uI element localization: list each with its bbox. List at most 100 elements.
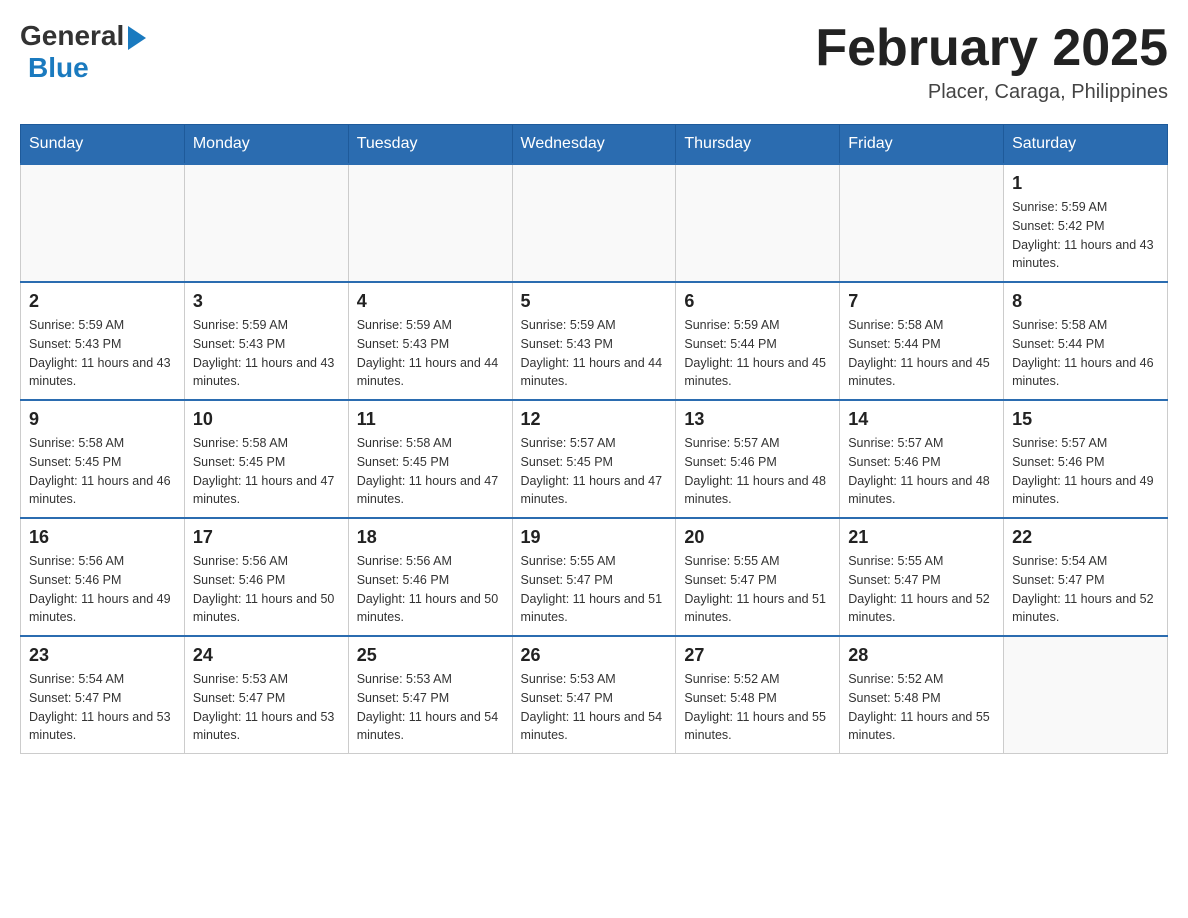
week-row-2: 2 Sunrise: 5:59 AMSunset: 5:43 PMDaylight… xyxy=(21,282,1168,400)
day-info: Sunrise: 5:59 AMSunset: 5:43 PMDaylight:… xyxy=(357,316,504,391)
calendar-cell: 22Sunrise: 5:54 AMSunset: 5:47 PMDayligh… xyxy=(1004,518,1168,636)
calendar-cell: 7 Sunrise: 5:58 AMSunset: 5:44 PMDaylight… xyxy=(840,282,1004,400)
calendar-cell: 2 Sunrise: 5:59 AMSunset: 5:43 PMDaylight… xyxy=(21,282,185,400)
day-number: 14 xyxy=(848,409,995,430)
calendar-cell: 4 Sunrise: 5:59 AMSunset: 5:43 PMDaylight… xyxy=(348,282,512,400)
calendar-cell: 12 Sunrise: 5:57 AMSunset: 5:45 PMDayligh… xyxy=(512,400,676,518)
day-number: 13 xyxy=(684,409,831,430)
day-info: Sunrise: 5:58 AMSunset: 5:45 PMDaylight:… xyxy=(29,434,176,509)
calendar-header-saturday: Saturday xyxy=(1004,125,1168,165)
day-number: 20 xyxy=(684,527,831,548)
day-info: Sunrise: 5:52 AMSunset: 5:48 PMDaylight:… xyxy=(848,670,995,745)
day-number: 21 xyxy=(848,527,995,548)
day-info: Sunrise: 5:52 AMSunset: 5:48 PMDaylight:… xyxy=(684,670,831,745)
day-number: 3 xyxy=(193,291,340,312)
day-info: Sunrise: 5:53 AMSunset: 5:47 PMDaylight:… xyxy=(193,670,340,745)
day-number: 16 xyxy=(29,527,176,548)
day-info: Sunrise: 5:56 AMSunset: 5:46 PMDaylight:… xyxy=(357,552,504,627)
day-info: Sunrise: 5:58 AMSunset: 5:44 PMDaylight:… xyxy=(848,316,995,391)
calendar-cell: 14 Sunrise: 5:57 AMSunset: 5:46 PMDayligh… xyxy=(840,400,1004,518)
calendar-cell: 8Sunrise: 5:58 AMSunset: 5:44 PMDaylight… xyxy=(1004,282,1168,400)
calendar-cell xyxy=(1004,636,1168,754)
calendar-cell: 13 Sunrise: 5:57 AMSunset: 5:46 PMDayligh… xyxy=(676,400,840,518)
day-info: Sunrise: 5:57 AMSunset: 5:46 PMDaylight:… xyxy=(684,434,831,509)
day-number: 23 xyxy=(29,645,176,666)
day-number: 19 xyxy=(521,527,668,548)
calendar-cell: 24 Sunrise: 5:53 AMSunset: 5:47 PMDayligh… xyxy=(184,636,348,754)
day-info: Sunrise: 5:59 AMSunset: 5:43 PMDaylight:… xyxy=(193,316,340,391)
calendar-cell xyxy=(512,164,676,282)
day-number: 6 xyxy=(684,291,831,312)
calendar-cell: 23 Sunrise: 5:54 AMSunset: 5:47 PMDayligh… xyxy=(21,636,185,754)
calendar-table: SundayMondayTuesdayWednesdayThursdayFrid… xyxy=(20,124,1168,754)
calendar-cell: 27Sunrise: 5:52 AMSunset: 5:48 PMDayligh… xyxy=(676,636,840,754)
day-number: 4 xyxy=(357,291,504,312)
calendar-cell: 17 Sunrise: 5:56 AMSunset: 5:46 PMDayligh… xyxy=(184,518,348,636)
logo-arrow-icon xyxy=(128,26,146,50)
calendar-header-wednesday: Wednesday xyxy=(512,125,676,165)
calendar-header-row: SundayMondayTuesdayWednesdayThursdayFrid… xyxy=(21,125,1168,165)
day-info: Sunrise: 5:58 AMSunset: 5:45 PMDaylight:… xyxy=(193,434,340,509)
calendar-cell: 16 Sunrise: 5:56 AMSunset: 5:46 PMDayligh… xyxy=(21,518,185,636)
main-title: February 2025 xyxy=(815,20,1168,77)
calendar-cell: 26 Sunrise: 5:53 AMSunset: 5:47 PMDayligh… xyxy=(512,636,676,754)
day-info: Sunrise: 5:58 AMSunset: 5:44 PMDaylight:… xyxy=(1012,316,1159,391)
day-info: Sunrise: 5:59 AMSunset: 5:43 PMDaylight:… xyxy=(521,316,668,391)
day-number: 18 xyxy=(357,527,504,548)
day-number: 25 xyxy=(357,645,504,666)
day-number: 15 xyxy=(1012,409,1159,430)
week-row-4: 16 Sunrise: 5:56 AMSunset: 5:46 PMDayligh… xyxy=(21,518,1168,636)
day-number: 26 xyxy=(521,645,668,666)
day-info: Sunrise: 5:57 AMSunset: 5:45 PMDaylight:… xyxy=(521,434,668,509)
day-info: Sunrise: 5:55 AMSunset: 5:47 PMDaylight:… xyxy=(521,552,668,627)
logo-general-text: General xyxy=(20,20,124,52)
calendar-cell xyxy=(184,164,348,282)
calendar-cell xyxy=(840,164,1004,282)
day-info: Sunrise: 5:54 AMSunset: 5:47 PMDaylight:… xyxy=(1012,552,1159,627)
day-info: Sunrise: 5:59 AMSunset: 5:44 PMDaylight:… xyxy=(684,316,831,391)
day-info: Sunrise: 5:55 AMSunset: 5:47 PMDaylight:… xyxy=(684,552,831,627)
calendar-cell: 19 Sunrise: 5:55 AMSunset: 5:47 PMDayligh… xyxy=(512,518,676,636)
day-info: Sunrise: 5:58 AMSunset: 5:45 PMDaylight:… xyxy=(357,434,504,509)
calendar-header-sunday: Sunday xyxy=(21,125,185,165)
day-info: Sunrise: 5:59 AMSunset: 5:42 PMDaylight:… xyxy=(1012,198,1159,273)
day-number: 9 xyxy=(29,409,176,430)
calendar-cell: 25Sunrise: 5:53 AMSunset: 5:47 PMDayligh… xyxy=(348,636,512,754)
calendar-cell: 1 Sunrise: 5:59 AMSunset: 5:42 PMDaylight… xyxy=(1004,164,1168,282)
calendar-cell: 9 Sunrise: 5:58 AMSunset: 5:45 PMDaylight… xyxy=(21,400,185,518)
calendar-cell xyxy=(676,164,840,282)
day-number: 2 xyxy=(29,291,176,312)
calendar-cell: 3 Sunrise: 5:59 AMSunset: 5:43 PMDaylight… xyxy=(184,282,348,400)
subtitle: Placer, Caraga, Philippines xyxy=(815,81,1168,104)
day-number: 1 xyxy=(1012,173,1159,194)
calendar-cell: 18 Sunrise: 5:56 AMSunset: 5:46 PMDayligh… xyxy=(348,518,512,636)
day-number: 7 xyxy=(848,291,995,312)
day-info: Sunrise: 5:54 AMSunset: 5:47 PMDaylight:… xyxy=(29,670,176,745)
calendar-cell: 21 Sunrise: 5:55 AMSunset: 5:47 PMDayligh… xyxy=(840,518,1004,636)
calendar-header-monday: Monday xyxy=(184,125,348,165)
week-row-5: 23 Sunrise: 5:54 AMSunset: 5:47 PMDayligh… xyxy=(21,636,1168,754)
week-row-1: 1 Sunrise: 5:59 AMSunset: 5:42 PMDaylight… xyxy=(21,164,1168,282)
day-info: Sunrise: 5:59 AMSunset: 5:43 PMDaylight:… xyxy=(29,316,176,391)
logo-blue-text: Blue xyxy=(28,52,89,84)
calendar-cell: 20 Sunrise: 5:55 AMSunset: 5:47 PMDayligh… xyxy=(676,518,840,636)
calendar-header-friday: Friday xyxy=(840,125,1004,165)
day-number: 17 xyxy=(193,527,340,548)
calendar-cell xyxy=(21,164,185,282)
day-number: 10 xyxy=(193,409,340,430)
day-number: 5 xyxy=(521,291,668,312)
day-info: Sunrise: 5:57 AMSunset: 5:46 PMDaylight:… xyxy=(848,434,995,509)
day-number: 11 xyxy=(357,409,504,430)
calendar-cell: 6 Sunrise: 5:59 AMSunset: 5:44 PMDaylight… xyxy=(676,282,840,400)
calendar-header-tuesday: Tuesday xyxy=(348,125,512,165)
day-info: Sunrise: 5:56 AMSunset: 5:46 PMDaylight:… xyxy=(193,552,340,627)
calendar-cell: 15 Sunrise: 5:57 AMSunset: 5:46 PMDayligh… xyxy=(1004,400,1168,518)
day-info: Sunrise: 5:57 AMSunset: 5:46 PMDaylight:… xyxy=(1012,434,1159,509)
day-number: 28 xyxy=(848,645,995,666)
day-info: Sunrise: 5:56 AMSunset: 5:46 PMDaylight:… xyxy=(29,552,176,627)
day-number: 24 xyxy=(193,645,340,666)
day-number: 12 xyxy=(521,409,668,430)
calendar-header-thursday: Thursday xyxy=(676,125,840,165)
day-info: Sunrise: 5:53 AMSunset: 5:47 PMDaylight:… xyxy=(521,670,668,745)
day-info: Sunrise: 5:55 AMSunset: 5:47 PMDaylight:… xyxy=(848,552,995,627)
